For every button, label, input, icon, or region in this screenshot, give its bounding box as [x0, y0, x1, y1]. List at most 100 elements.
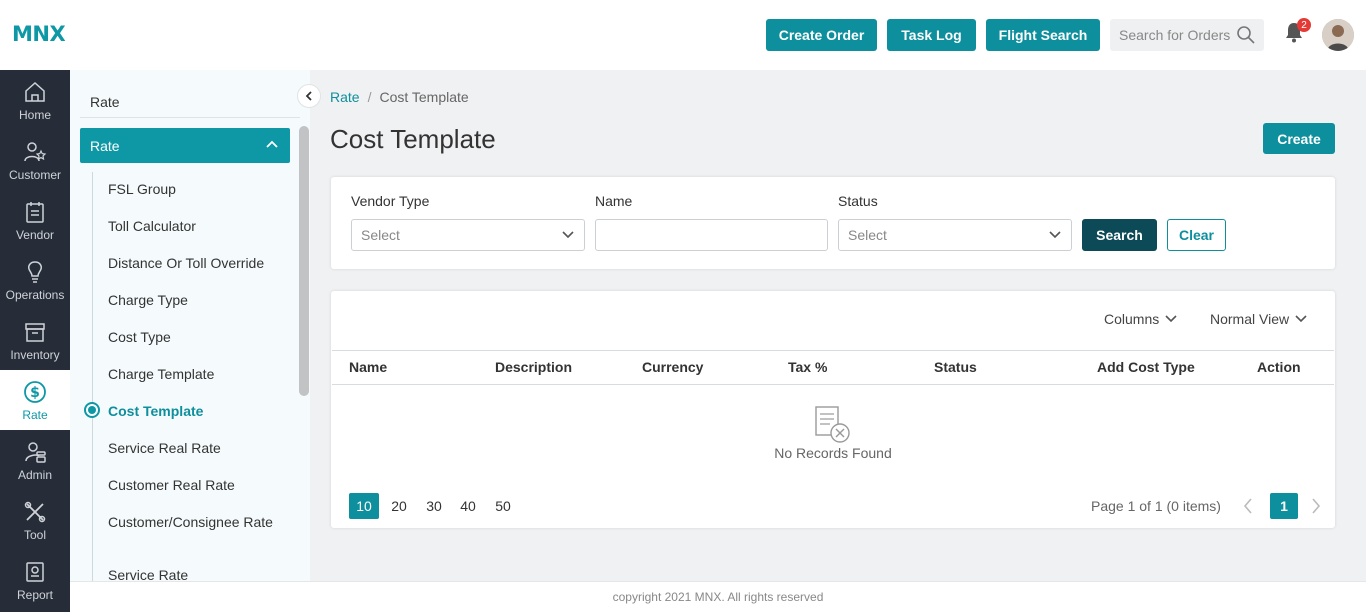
status-placeholder: Select — [848, 227, 887, 243]
search-icon[interactable] — [1236, 25, 1256, 45]
customer-icon — [24, 142, 47, 162]
nav-tool-label: Tool — [23, 528, 46, 542]
columns-label: Columns — [1104, 311, 1160, 327]
chevron-down-icon — [1165, 315, 1177, 323]
page-size-40[interactable]: 40 — [453, 493, 483, 519]
submenu-item-service-rate[interactable]: Service Rate — [108, 567, 278, 581]
nav-inventory-label: Inventory — [10, 348, 60, 362]
page-size-50[interactable]: 50 — [488, 493, 518, 519]
nav-rate-label: Rate — [22, 408, 48, 422]
report-icon — [26, 562, 44, 582]
page-size-30[interactable]: 30 — [419, 493, 449, 519]
top-bar: MNX Create Order Task Log Flight Search … — [0, 0, 1366, 70]
nav-home-label: Home — [18, 108, 51, 122]
submenu-item-fsl-group[interactable]: FSL Group — [108, 181, 278, 197]
columns-dropdown[interactable]: Columns — [1104, 311, 1177, 327]
copyright-text: copyright 2021 MNX. All rights reserved — [612, 590, 824, 604]
submenu-divider — [80, 117, 300, 118]
chevron-down-icon — [562, 231, 574, 239]
submenu-item-cost-template[interactable]: Cost Template — [108, 403, 278, 419]
breadcrumb-separator: / — [367, 89, 372, 105]
nav-inventory[interactable]: Inventory — [0, 310, 70, 370]
submenu-item-customer-consignee-rate[interactable]: Customer/Consignee Rate — [108, 514, 278, 530]
nav-tool[interactable]: Tool — [0, 490, 70, 550]
submenu-title: Rate — [90, 94, 120, 110]
collapse-submenu-button[interactable] — [297, 84, 321, 108]
task-log-button[interactable]: Task Log — [887, 19, 976, 51]
vendor-type-label: Vendor Type — [351, 193, 430, 209]
nav-rate[interactable]: $ Rate — [0, 370, 70, 430]
current-page-button[interactable]: 1 — [1270, 493, 1298, 519]
nav-admin[interactable]: Admin — [0, 430, 70, 490]
lightbulb-icon — [28, 261, 42, 283]
tools-icon — [24, 501, 46, 523]
submenu-item-charge-type[interactable]: Charge Type — [108, 292, 278, 308]
nav-vendor[interactable]: Vendor — [0, 190, 70, 250]
dollar-icon: $ — [24, 381, 46, 403]
search-button[interactable]: Search — [1082, 219, 1157, 251]
vendor-type-placeholder: Select — [361, 227, 400, 243]
vendor-type-select[interactable]: Select — [351, 219, 585, 251]
column-header-description[interactable]: Description — [495, 359, 572, 375]
submenu-item-service-real-rate[interactable]: Service Real Rate — [108, 440, 278, 456]
vendor-icon — [26, 202, 44, 223]
view-label: Normal View — [1210, 311, 1290, 327]
flight-search-button[interactable]: Flight Search — [986, 19, 1100, 51]
chevron-right-icon[interactable] — [1310, 497, 1322, 515]
clear-button[interactable]: Clear — [1167, 219, 1226, 251]
page-size-20[interactable]: 20 — [384, 493, 414, 519]
breadcrumb: Rate / Cost Template — [330, 89, 469, 105]
column-header-tax[interactable]: Tax % — [788, 359, 827, 375]
empty-state-text: No Records Found — [774, 445, 892, 461]
table-header-bottom-border — [332, 384, 1334, 385]
nav-report[interactable]: Report — [0, 550, 70, 610]
chevron-up-icon — [266, 140, 278, 148]
create-order-button[interactable]: Create Order — [766, 19, 877, 51]
submenu-group-label: Rate — [90, 137, 120, 154]
submenu-tree-line — [92, 172, 93, 581]
nav-home[interactable]: Home — [0, 70, 70, 130]
pagination-info: Page 1 of 1 (0 items) — [1091, 498, 1221, 514]
status-select[interactable]: Select — [838, 219, 1072, 251]
mnx-logo[interactable]: MNX — [12, 22, 66, 46]
column-header-name[interactable]: Name — [349, 359, 387, 375]
column-header-action[interactable]: Action — [1257, 359, 1301, 375]
name-input[interactable] — [595, 219, 828, 251]
page-title: Cost Template — [330, 124, 496, 154]
main-nav: Home Customer Vendor Operations Inventor… — [0, 70, 70, 612]
nav-operations[interactable]: Operations — [0, 250, 70, 310]
nav-admin-label: Admin — [17, 468, 52, 482]
breadcrumb-rate-link[interactable]: Rate — [330, 89, 360, 105]
notification-badge: 2 — [1297, 18, 1311, 32]
order-search-input[interactable]: Search for Orders — [1110, 19, 1264, 51]
submenu-item-distance-toll-override[interactable]: Distance Or Toll Override — [108, 255, 278, 271]
column-header-currency[interactable]: Currency — [642, 359, 703, 375]
user-avatar[interactable] — [1322, 19, 1354, 51]
chevron-left-icon — [305, 91, 312, 101]
order-search-placeholder: Search for Orders — [1119, 27, 1231, 43]
nav-operations-label: Operations — [5, 288, 65, 302]
name-label: Name — [595, 193, 633, 209]
submenu-item-customer-real-rate[interactable]: Customer Real Rate — [108, 477, 278, 493]
column-header-status[interactable]: Status — [934, 359, 977, 375]
chevron-down-icon — [1049, 231, 1061, 239]
submenu-item-charge-template[interactable]: Charge Template — [108, 366, 278, 382]
page-size-10[interactable]: 10 — [349, 493, 379, 519]
view-dropdown[interactable]: Normal View — [1210, 311, 1307, 327]
status-label: Status — [838, 193, 878, 209]
chevron-left-icon[interactable] — [1242, 497, 1254, 515]
svg-text:$: $ — [30, 385, 40, 401]
active-item-indicator — [84, 402, 100, 418]
breadcrumb-current: Cost Template — [379, 89, 469, 105]
nav-report-label: Report — [16, 588, 54, 602]
submenu-item-toll-calculator[interactable]: Toll Calculator — [108, 218, 278, 234]
nav-customer[interactable]: Customer — [0, 130, 70, 190]
footer: copyright 2021 MNX. All rights reserved — [70, 581, 1366, 612]
submenu-item-cost-type[interactable]: Cost Type — [108, 329, 278, 345]
rate-submenu: Rate Rate FSL Group Toll Calculator Dist… — [70, 70, 310, 581]
chevron-down-icon — [1295, 315, 1307, 323]
create-button[interactable]: Create — [1263, 123, 1335, 154]
submenu-group-rate[interactable]: Rate — [80, 128, 290, 163]
submenu-scrollbar[interactable] — [299, 126, 309, 396]
column-header-add-cost-type[interactable]: Add Cost Type — [1097, 359, 1195, 375]
